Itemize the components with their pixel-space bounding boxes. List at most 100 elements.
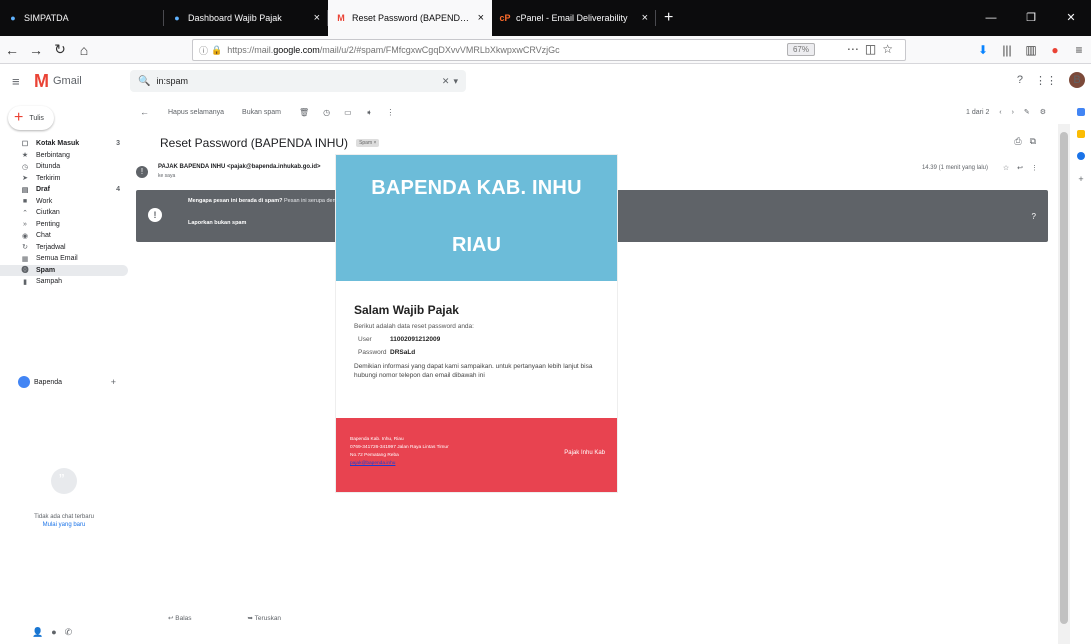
tab-simpatda[interactable]: ● SIMPATDA <box>0 0 164 36</box>
message-time: 14.39 (1 menit yang lalu) <box>921 165 988 171</box>
pocket-icon[interactable]: ◫ <box>865 42 882 56</box>
back-arrow-icon[interactable]: ← <box>0 42 24 58</box>
tab-dashboard-wajib-pajak[interactable]: ● Dashboard Wajib Pajak × <box>164 0 328 36</box>
close-window-icon[interactable]: ✕ <box>1051 0 1091 36</box>
next-icon[interactable]: › <box>1012 109 1014 116</box>
help-circle-icon[interactable]: ? <box>1032 212 1036 221</box>
back-to-list-icon[interactable]: ← <box>140 107 149 117</box>
sidebar-item-kotak-masuk[interactable]: ☐ Kotak Masuk 3 <box>0 138 128 150</box>
new-tab-button[interactable]: + <box>656 0 681 36</box>
sidebar-item-terkirim[interactable]: ➤ Terkirim <box>0 173 128 185</box>
not-spam-button[interactable]: Bukan spam <box>235 108 288 117</box>
more-actions-icon[interactable]: ⋯ <box>847 42 865 56</box>
sidebar-item-terjadwal[interactable]: ↻ Terjadwal <box>0 242 128 254</box>
calendar-icon[interactable] <box>1077 108 1085 116</box>
url-bar[interactable]: ⓘ 🔒 https://mail. google.com/mail/u/2/#sp… <box>192 39 906 61</box>
label-icon[interactable]: ➧ <box>366 108 373 117</box>
add-addon-icon[interactable]: + <box>1071 174 1091 184</box>
zoom-level[interactable]: 67% <box>786 43 815 56</box>
sidebar-item-chat[interactable]: ◉ Chat <box>0 230 128 242</box>
gmail-logo[interactable]: M Gmail <box>34 72 82 90</box>
sidebar-item-work[interactable]: ■ Work <box>0 196 128 208</box>
spam-label-badge[interactable]: Spam × <box>356 139 380 147</box>
lock-icon[interactable]: 🔒 <box>211 45 222 56</box>
clear-search-icon[interactable]: ✕ <box>442 76 450 87</box>
sidebar-item-label: Semua Email <box>36 255 78 263</box>
window-controls: — ❐ ✕ <box>971 0 1091 36</box>
minimize-icon[interactable]: — <box>971 0 1011 36</box>
sidebar-item-label: Draf <box>36 186 51 194</box>
sidebar-bottom-icons: 👤●✆ <box>32 627 80 638</box>
sidebar-item-semua-email[interactable]: ▦ Semua Email <box>0 253 128 265</box>
restore-icon[interactable]: ❐ <box>1011 0 1051 36</box>
compose-button[interactable]: + Tulis <box>8 106 54 130</box>
chat-bubble-icon <box>51 468 77 494</box>
add-chat-icon[interactable]: + <box>111 377 116 387</box>
footer-email-link[interactable]: pajak@bapenda.inhu <box>350 460 449 468</box>
snooze-icon[interactable]: ◷ <box>323 108 330 117</box>
chat-user-row[interactable]: Bapenda + <box>0 376 128 388</box>
sidebar-item-ciutkan[interactable]: ⌃ Ciutkan <box>0 207 128 219</box>
menu-icon[interactable]: ≡ <box>1067 43 1091 57</box>
tab-favicon-icon: ● <box>10 13 16 23</box>
library-icon[interactable]: ||| <box>995 43 1019 57</box>
avatar[interactable]: B <box>1069 72 1085 88</box>
reply-icon[interactable]: ↩ <box>1017 165 1031 172</box>
print-icon[interactable]: ⎙ <box>1014 136 1029 146</box>
info-icon[interactable]: ⓘ <box>199 44 208 57</box>
scrollbar[interactable] <box>1058 124 1070 644</box>
sidebar-item-sampah[interactable]: ▮ Sampah <box>0 276 128 288</box>
hangouts-icon[interactable]: ● <box>51 627 64 637</box>
move-to-icon[interactable]: ▭ <box>344 108 352 117</box>
sidebar-item-draf[interactable]: ▤ Draf 4 <box>0 184 128 196</box>
scrollbar-thumb[interactable] <box>1060 132 1068 624</box>
close-tab-icon[interactable]: × <box>478 12 484 24</box>
keep-icon[interactable] <box>1077 130 1085 138</box>
sidebar-item-label: Ditunda <box>36 163 61 171</box>
search-options-icon[interactable]: ▾ <box>453 76 458 87</box>
phone-icon[interactable]: ✆ <box>65 627 81 637</box>
forward-arrow-icon[interactable]: → <box>24 42 48 58</box>
forward-button[interactable]: ➥ Teruskan <box>248 614 310 622</box>
browser-toolbar-right: ⬇ ||| ▥ ● ≡ <box>971 36 1091 64</box>
close-tab-icon[interactable]: × <box>642 12 648 24</box>
tasks-icon[interactable] <box>1077 152 1085 160</box>
message-actions: ☆↩⋮ <box>1003 164 1046 172</box>
contacts-icon[interactable]: 👤 <box>32 627 51 637</box>
sidebar-item-ditunda[interactable]: ◷ Ditunda <box>0 161 128 173</box>
new-window-icon[interactable]: ⧉ <box>1030 136 1044 146</box>
more-icon[interactable]: ⋮ <box>386 108 394 117</box>
download-icon[interactable]: ⬇ <box>971 43 995 57</box>
delete-forever-button[interactable]: Hapus selamanya <box>161 108 231 117</box>
settings-gear-icon[interactable]: ⚙ <box>1040 109 1046 116</box>
start-chat-link[interactable]: Mulai yang baru <box>0 522 128 528</box>
sidebar-icon[interactable]: ▥ <box>1019 43 1043 57</box>
search-value[interactable]: in:spam <box>156 76 437 86</box>
close-tab-icon[interactable]: × <box>314 12 320 24</box>
user-label: User <box>358 336 372 343</box>
sidebar-item-spam[interactable]: ⓿ Spam <box>0 264 128 276</box>
bookmark-star-icon[interactable]: ☆ <box>882 42 899 56</box>
sidebar-item-berbintang[interactable]: ★ Berbintang <box>0 150 128 162</box>
search-icon[interactable]: 🔍 <box>138 76 150 87</box>
tab-reset-password[interactable]: M Reset Password (BAPENDA IN × <box>328 0 492 36</box>
search-input[interactable]: 🔍 in:spam ✕ ▾ <box>130 70 466 92</box>
delete-icon[interactable]: 🗑 <box>299 108 309 117</box>
home-icon[interactable]: ⌂ <box>72 42 96 58</box>
sender[interactable]: PAJAK BAPENDA INHU <pajak@bapenda.inhuka… <box>158 164 321 170</box>
star-icon[interactable]: ☆ <box>1003 165 1017 172</box>
help-icon[interactable]: ? <box>1017 74 1023 86</box>
tab-cpanel[interactable]: cP cPanel - Email Deliverability × <box>492 0 656 36</box>
reload-icon[interactable]: ↻ <box>48 41 72 58</box>
reply-button[interactable]: ↩ Balas <box>168 614 220 622</box>
report-not-spam-link[interactable]: Laporkan bukan spam <box>188 220 246 226</box>
input-tools-icon[interactable]: ✎ <box>1024 109 1030 116</box>
prev-icon[interactable]: ‹ <box>999 109 1001 116</box>
main-menu-icon[interactable]: ≡ <box>12 74 20 89</box>
recipient[interactable]: ke saya <box>158 173 175 179</box>
sidebar-item-penting[interactable]: » Penting <box>0 219 128 231</box>
alert-icon: ! <box>148 208 162 222</box>
apps-grid-icon[interactable]: ⋮⋮ <box>1035 74 1057 87</box>
more-vert-icon[interactable]: ⋮ <box>1031 165 1046 172</box>
extension-icon[interactable]: ● <box>1043 43 1067 57</box>
